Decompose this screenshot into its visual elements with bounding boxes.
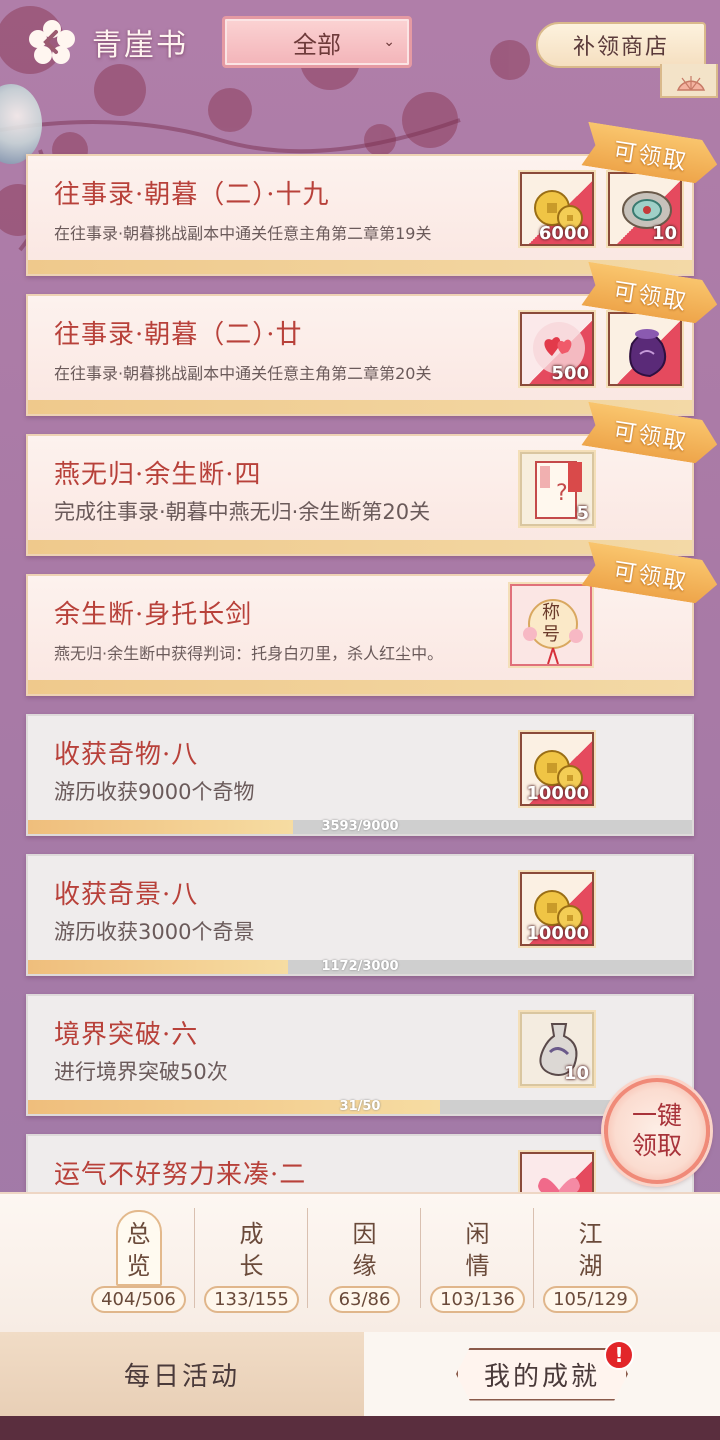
back-flower-icon — [29, 20, 75, 64]
category-label: 闲 情 — [463, 1218, 493, 1282]
task-desc: 在往事录·朝暮挑战副本中通关任意主角第二章第20关 — [54, 364, 432, 383]
reward-count: 10 — [563, 1063, 589, 1084]
category-char: 成 — [239, 1220, 264, 1248]
tab-label: 每日活动 — [123, 1361, 240, 1392]
category-label: 江 湖 — [576, 1218, 606, 1282]
category-label: 因 缘 — [350, 1218, 380, 1282]
category-count: 103/136 — [430, 1286, 525, 1313]
reward-item[interactable]: ? 5 — [520, 452, 594, 526]
header: 青崖书 全部 ⌄ 补领商店 — [0, 0, 720, 100]
task-name: 境界突破·六 — [54, 1020, 199, 1050]
category-label-frame: 总 览 — [115, 1210, 162, 1286]
task-card[interactable]: 收获奇景·八 游历收获3000个奇景 10000 1172/3000 — [26, 854, 694, 976]
reward-item[interactable]: 10 — [608, 172, 682, 246]
reward-item[interactable]: 6000 — [520, 172, 594, 246]
category-count: 105/129 — [543, 1286, 638, 1313]
tab-plate: 我的成就 — [455, 1347, 628, 1401]
reward-item[interactable]: 500 — [520, 312, 594, 386]
claim-label: 可领取 — [611, 558, 690, 596]
claim-label: 可领取 — [611, 138, 690, 176]
claim-label: 可领取 — [611, 418, 690, 456]
purple-pouch-icon — [629, 329, 666, 378]
reward-item[interactable] — [608, 312, 682, 386]
reward-count: 500 — [551, 363, 589, 384]
category-label: 总 览 — [124, 1218, 154, 1282]
makeup-shop-button[interactable]: 补领商店 — [536, 22, 706, 68]
reward-item[interactable]: 10 — [520, 1012, 594, 1086]
task-name: 往事录·朝暮（二）·廿 — [54, 320, 303, 350]
progress-text: 31/50 — [339, 1099, 381, 1114]
category-char: 览 — [126, 1252, 151, 1280]
task-desc: 进行境界突破50次 — [54, 1060, 228, 1084]
category-filter-dropdown[interactable]: 全部 ⌄ — [222, 16, 412, 68]
progress-track: 3593/9000 — [28, 819, 692, 834]
task-name: 收获奇景·八 — [54, 880, 199, 910]
reward-count: 10 — [651, 223, 677, 244]
back-button[interactable] — [24, 18, 80, 66]
tab-label: 我的成就 — [483, 1361, 600, 1392]
tab-daily-activity[interactable]: 每日活动 — [0, 1332, 364, 1416]
progress-track — [28, 680, 692, 694]
category-tab-growth[interactable]: 成 长 133/155 — [195, 1208, 308, 1324]
reward-count: 5 — [576, 503, 589, 524]
category-char: 长 — [239, 1252, 264, 1280]
task-card[interactable]: 往事录·朝暮（二）·廿 在往事录·朝暮挑战副本中通关任意主角第二章第20关 50… — [26, 294, 694, 416]
progress-track: 31/50 — [28, 1099, 692, 1114]
fan-icon — [676, 76, 706, 91]
alert-badge: ! — [604, 1340, 634, 1370]
reward-item[interactable]: 称号 — [510, 584, 592, 666]
task-desc: 游历收获9000个奇物 — [54, 780, 255, 804]
reward-count: 10000 — [526, 783, 589, 804]
task-name: 燕无归·余生断·四 — [54, 460, 262, 490]
category-char: 因 — [352, 1220, 377, 1248]
title-badge-text: 称号 — [542, 602, 560, 645]
shop-label: 补领商店 — [572, 35, 669, 60]
claim-label: 可领取 — [611, 278, 690, 316]
category-tab-jianghu[interactable]: 江 湖 105/129 — [534, 1208, 647, 1324]
task-card[interactable]: 余生断·身托长剑 燕无归·余生断中获得判词：托身白刃里，杀人红尘中。 称号 可领… — [26, 574, 694, 696]
task-name: 余生断·身托长剑 — [54, 600, 253, 630]
progress-text: 3593/9000 — [321, 819, 399, 834]
task-card[interactable]: 收获奇物·八 游历收获9000个奇物 10000 3593/9000 — [26, 714, 694, 836]
task-desc: 在往事录·朝暮挑战副本中通关任意主角第二章第19关 — [54, 224, 432, 243]
category-char: 江 — [578, 1220, 603, 1248]
task-desc: 燕无归·余生断中获得判词：托身白刃里，杀人红尘中。 — [54, 644, 444, 663]
tab-my-achievements[interactable]: 我的成就 — [364, 1332, 720, 1416]
task-desc: 游历收获3000个奇景 — [54, 920, 255, 944]
task-name: 运气不好努力来凑·二 — [54, 1160, 307, 1190]
filter-value: 全部 — [293, 30, 341, 59]
category-count: 404/506 — [91, 1286, 186, 1313]
category-char: 缘 — [352, 1252, 377, 1280]
category-tab-fate[interactable]: 因 缘 63/86 — [308, 1208, 421, 1324]
category-char: 情 — [465, 1252, 490, 1280]
category-tab-leisure[interactable]: 闲 情 103/136 — [421, 1208, 534, 1324]
claim-all-label-1: 一键 — [631, 1101, 682, 1130]
reward-count: 10000 — [526, 923, 589, 944]
task-card[interactable]: 往事录·朝暮（二）·十九 在往事录·朝暮挑战副本中通关任意主角第二章第19关 6… — [26, 154, 694, 276]
category-count: 63/86 — [328, 1286, 401, 1313]
reward-item[interactable]: 10000 — [520, 732, 594, 806]
category-char: 湖 — [578, 1252, 603, 1280]
chevron-down-icon: ⌄ — [383, 34, 395, 50]
category-bar: 总 览 404/506 成 长 133/155 因 缘 63/86 闲 情 10… — [0, 1192, 720, 1332]
category-char: 闲 — [465, 1220, 490, 1248]
progress-text: 1172/3000 — [321, 959, 399, 974]
claim-all-label-2: 领取 — [631, 1131, 682, 1160]
task-name: 往事录·朝暮（二）·十九 — [54, 180, 330, 210]
progress-track: 1172/3000 — [28, 959, 692, 974]
reward-item[interactable]: 10000 — [520, 872, 594, 946]
page-title: 青崖书 — [92, 28, 188, 63]
svg-text:?: ? — [556, 481, 568, 506]
task-name: 收获奇物·八 — [54, 740, 199, 770]
category-tab-overview[interactable]: 总 览 404/506 — [82, 1208, 195, 1324]
claim-all-button[interactable]: 一键 领取 — [604, 1078, 710, 1184]
task-card[interactable]: 燕无归·余生断·四 完成往事录·朝暮中燕无归·余生断第20关 ? 5 可领取 — [26, 434, 694, 556]
footer-strip — [0, 1416, 720, 1440]
category-count: 133/155 — [204, 1286, 299, 1313]
task-card[interactable]: 境界突破·六 进行境界突破50次 10 31/50 — [26, 994, 694, 1116]
reward-count: 6000 — [538, 223, 589, 244]
task-desc: 完成往事录·朝暮中燕无归·余生断第20关 — [54, 500, 431, 524]
category-char: 总 — [126, 1220, 151, 1248]
category-label: 成 长 — [237, 1218, 267, 1282]
